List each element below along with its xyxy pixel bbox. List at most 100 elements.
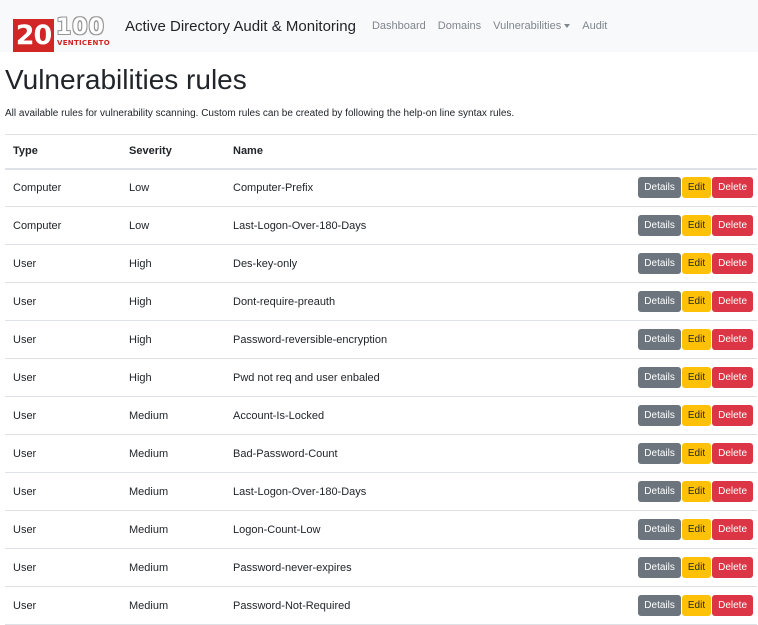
delete-button[interactable]: Delete	[712, 329, 753, 350]
cell-name: Last-Logon-Over-180-Days	[225, 206, 523, 245]
edit-button[interactable]: Edit	[681, 253, 712, 274]
app-title[interactable]: Active Directory Audit & Monitoring	[125, 18, 356, 35]
row-actions: Details Edit Delete	[522, 358, 757, 397]
cell-type: User	[5, 320, 121, 359]
nav-link-vulnerabilities-label: Vulnerabilities	[493, 20, 562, 32]
cell-type: User	[5, 548, 121, 587]
nav-link-audit[interactable]: Audit	[582, 20, 607, 32]
row-actions: Details Edit Delete	[522, 168, 757, 207]
edit-button[interactable]: Edit	[681, 215, 712, 236]
cell-name: Logon-Count-Low	[225, 510, 523, 549]
table-row: User Medium Password-Not-Required Detail…	[5, 586, 757, 625]
row-actions: Details Edit Delete	[522, 434, 757, 473]
edit-button[interactable]: Edit	[681, 367, 712, 388]
cell-severity: Low	[121, 206, 225, 245]
table-row: User High Dont-require-preauth Details Ed…	[5, 282, 757, 321]
nav-link-dashboard[interactable]: Dashboard	[372, 20, 426, 32]
details-button[interactable]: Details	[638, 557, 681, 578]
cell-type: User	[5, 244, 121, 283]
delete-button[interactable]: Delete	[712, 519, 753, 540]
column-header-actions	[522, 134, 757, 170]
cell-type: User	[5, 396, 121, 435]
cell-severity: Medium	[121, 434, 225, 473]
cell-name: Computer-Prefix	[225, 168, 523, 207]
logo-number-right: 100	[56, 15, 105, 40]
cell-severity: Medium	[121, 396, 225, 435]
logo-number-left: 20	[13, 19, 54, 52]
cell-severity: High	[121, 244, 225, 283]
brand-logo[interactable]: 20 100 VENTICENTO	[13, 9, 115, 52]
table-row: User High Des-key-only Details Edit Delete	[5, 244, 757, 283]
delete-button[interactable]: Delete	[712, 443, 753, 464]
nav-link-domains[interactable]: Domains	[438, 20, 481, 32]
details-button[interactable]: Details	[638, 177, 681, 199]
caret-down-icon	[564, 24, 571, 29]
table-row: User Medium Bad-Password-Count Details Ed…	[5, 434, 757, 473]
cell-severity: Medium	[121, 472, 225, 511]
details-button[interactable]: Details	[638, 595, 681, 616]
edit-button[interactable]: Edit	[681, 329, 712, 350]
column-header-severity: Severity	[121, 134, 225, 170]
table-row: User High Pwd not req and user enbaled D…	[5, 358, 757, 397]
cell-type: User	[5, 510, 121, 549]
details-button[interactable]: Details	[638, 253, 681, 274]
table-row: Computer Low Computer-Prefix Details Edit…	[5, 168, 757, 207]
cell-type: User	[5, 472, 121, 511]
cell-severity: High	[121, 358, 225, 397]
details-button[interactable]: Details	[638, 443, 681, 464]
page-title: Vulnerabilities rules	[5, 64, 247, 95]
details-button[interactable]: Details	[638, 405, 681, 426]
cell-severity: High	[121, 282, 225, 321]
details-button[interactable]: Details	[638, 291, 681, 312]
details-button[interactable]: Details	[638, 329, 681, 350]
cell-name: Bad-Password-Count	[225, 434, 523, 473]
edit-button[interactable]: Edit	[681, 443, 712, 464]
page-description: All available rules for vulnerability sc…	[5, 108, 515, 119]
cell-type: User	[5, 282, 121, 321]
delete-button[interactable]: Delete	[712, 215, 753, 236]
edit-button[interactable]: Edit	[681, 595, 712, 616]
table-row: User High Password-reversible-encryption…	[5, 320, 757, 359]
delete-button[interactable]: Delete	[712, 557, 753, 578]
cell-name: Account-Is-Locked	[225, 396, 523, 435]
row-actions: Details Edit Delete	[522, 548, 757, 587]
delete-button[interactable]: Delete	[712, 405, 753, 426]
details-button[interactable]: Details	[638, 215, 681, 236]
delete-button[interactable]: Delete	[712, 481, 753, 502]
row-actions: Details Edit Delete	[522, 472, 757, 511]
table-header-row: Type Severity Name	[5, 134, 757, 170]
cell-name: Password-reversible-encryption	[225, 320, 523, 359]
cell-severity: Medium	[121, 548, 225, 587]
column-header-type: Type	[5, 134, 121, 170]
nav-dropdown-vulnerabilities[interactable]: Vulnerabilities	[493, 20, 571, 32]
row-actions: Details Edit Delete	[522, 244, 757, 283]
navbar: 20 100 VENTICENTO Active Directory Audit…	[0, 0, 758, 52]
row-actions: Details Edit Delete	[522, 586, 757, 625]
cell-name: Password-never-expires	[225, 548, 523, 587]
delete-button[interactable]: Delete	[712, 291, 753, 312]
cell-severity: Low	[121, 168, 225, 207]
details-button[interactable]: Details	[638, 519, 681, 540]
cell-name: Last-Logon-Over-180-Days	[225, 472, 523, 511]
table-row: User Medium Last-Logon-Over-180-Days Det…	[5, 472, 757, 511]
delete-button[interactable]: Delete	[712, 595, 753, 616]
table-row: User Medium Logon-Count-Low Details Edit D…	[5, 510, 757, 549]
edit-button[interactable]: Edit	[681, 405, 712, 426]
cell-type: Computer	[5, 206, 121, 245]
rules-table: Type Severity Name Computer Low Computer…	[5, 134, 757, 625]
cell-severity: High	[121, 320, 225, 359]
row-actions: Details Edit Delete	[522, 320, 757, 359]
edit-button[interactable]: Edit	[681, 519, 712, 540]
edit-button[interactable]: Edit	[681, 177, 712, 199]
edit-button[interactable]: Edit	[681, 291, 712, 312]
delete-button[interactable]: Delete	[712, 253, 753, 274]
details-button[interactable]: Details	[638, 367, 681, 388]
details-button[interactable]: Details	[638, 481, 681, 502]
row-actions: Details Edit Delete	[522, 206, 757, 245]
cell-severity: Medium	[121, 586, 225, 625]
delete-button[interactable]: Delete	[712, 367, 753, 388]
delete-button[interactable]: Delete	[712, 177, 753, 199]
edit-button[interactable]: Edit	[681, 557, 712, 578]
row-actions: Details Edit Delete	[522, 396, 757, 435]
edit-button[interactable]: Edit	[681, 481, 712, 502]
